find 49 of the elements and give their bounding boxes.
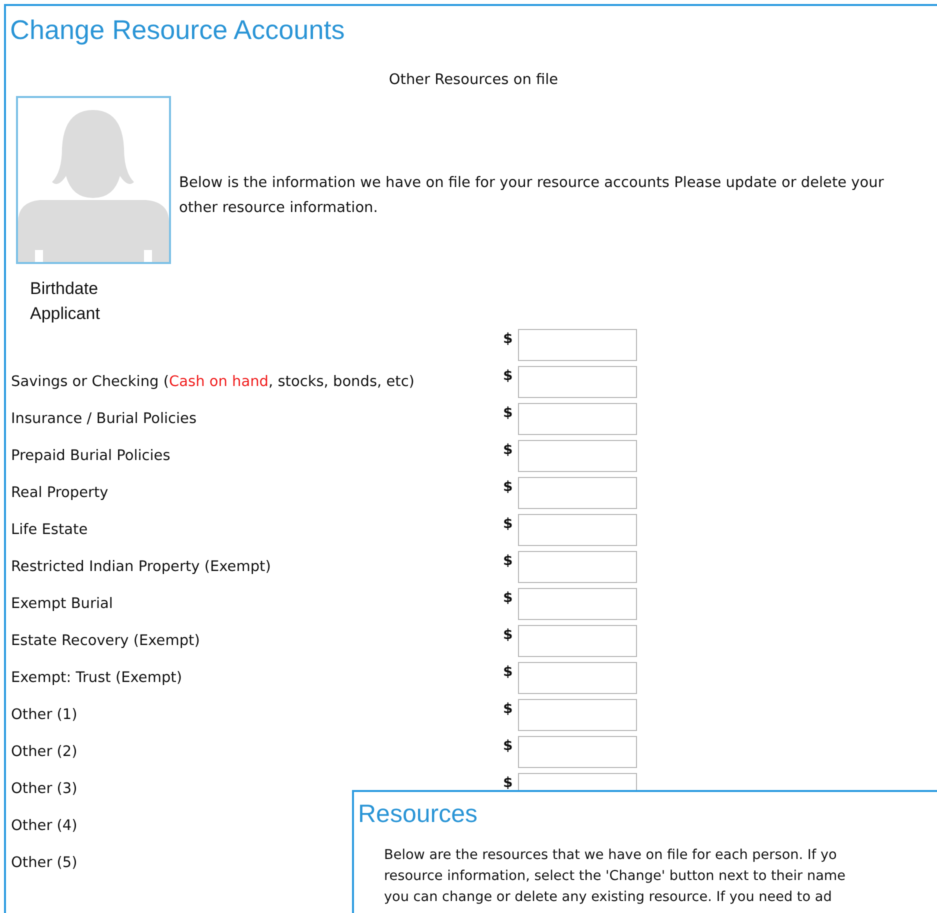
currency-symbol: $ [502,442,514,458]
amount-field[interactable] [518,440,637,472]
resource-label: Savings or Checking (Cash on hand, stocks, bonds, etc) [10,374,414,390]
currency-symbol: $ [502,775,514,791]
description-text: Below are the resources that we have on file for each person. If yo [384,846,838,865]
currency-symbol: $ [502,405,514,421]
resource-label: Other (3) [10,781,78,797]
avatar-icon [16,96,171,264]
resource-label: Restricted Indian Property (Exempt) [10,559,271,575]
amount-field[interactable] [518,403,637,435]
resource-label: Life Estate [10,522,88,538]
currency-symbol: $ [502,701,514,717]
currency-symbol: $ [502,553,514,569]
resource-label: Other (1) [10,707,78,723]
amount-field[interactable] [518,551,637,583]
currency-symbol: $ [502,479,514,495]
resource-label: Prepaid Burial Policies [10,448,170,464]
section-heading: Other Resources on file [388,72,560,88]
amount-field[interactable] [518,477,637,509]
currency-symbol: $ [502,368,514,384]
description-text: you can change or delete any existing resource. If you need to ad [384,888,833,907]
resource-label: Real Property [10,485,108,501]
applicant-label: Birthdate [30,278,100,300]
resource-label: Other (4) [10,818,78,834]
currency-symbol: $ [502,590,514,606]
resource-label: Exempt: Trust (Exempt) [10,670,182,686]
currency-symbol: $ [502,664,514,680]
amount-field[interactable] [518,514,637,546]
resource-label: Estate Recovery (Exempt) [10,633,200,649]
panel-title: Resources [358,800,478,829]
amount-field[interactable] [518,588,637,620]
currency-symbol: $ [502,738,514,754]
applicant-label: Applicant [30,303,101,325]
amount-field[interactable] [518,736,637,768]
currency-symbol: $ [502,516,514,532]
resource-label: Other (2) [10,744,78,760]
amount-field[interactable] [518,662,637,694]
intro-text: Below is the information we have on file for your resource accounts Please update or delete your other resource information. [179,174,885,218]
amount-field[interactable] [518,625,637,657]
amount-field[interactable] [518,366,637,398]
page-title: Change Resource Accounts [10,14,346,46]
amount-field[interactable] [518,329,637,361]
resource-label: Exempt Burial [10,596,113,612]
currency-symbol: $ [502,627,514,643]
currency-symbol: $ [502,331,514,347]
amount-field[interactable] [518,699,637,731]
resource-label: Other (5) [10,855,78,871]
description-text: resource information, select the 'Change' button next to their name [384,867,847,886]
resource-label: Insurance / Burial Policies [10,411,197,427]
